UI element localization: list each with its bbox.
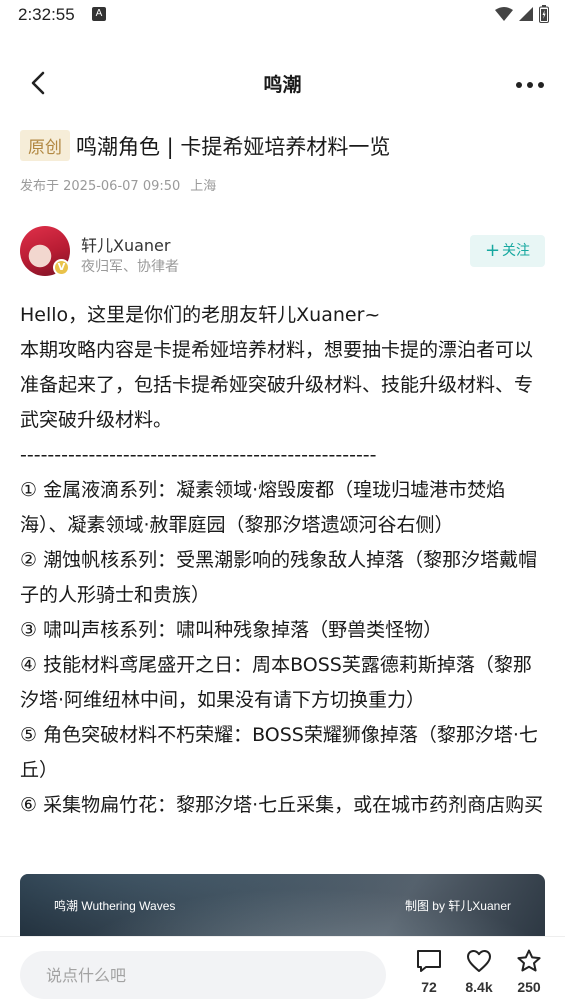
publish-time: 发布于 2025-06-07 09:50 — [20, 179, 181, 194]
article-body: Hello，这里是你们的老朋友轩儿Xuaner~ 本期攻略内容是卡提希娅培养材料… — [20, 298, 550, 823]
comment-count: 72 — [421, 979, 437, 995]
page-title: 鸣潮 — [263, 74, 302, 96]
wifi-icon — [495, 7, 513, 21]
body-paragraph: ① 金属液滴系列：凝素领域·熔毁废都（瑝珑归墟港市焚焰海）、凝素领域·赦罪庭园（… — [20, 479, 506, 536]
signal-icon — [519, 7, 533, 21]
follow-label: 关注 — [502, 243, 531, 259]
original-tag: 原创 — [20, 130, 70, 161]
body-paragraph: Hello，这里是你们的老朋友轩儿Xuaner~ — [20, 304, 381, 326]
author-row: V 轩儿Xuaner 夜归军、协律者 + 关注 — [20, 226, 545, 280]
author-name[interactable]: 轩儿Xuaner — [81, 232, 170, 256]
bottom-bar: 72 8.4k 250 — [0, 936, 565, 1004]
status-bar: 2:32:55 A — [0, 0, 565, 32]
article-title: 鸣潮角色 | 卡提希娅培养材料一览 — [76, 134, 391, 159]
nav-bar: 鸣潮 — [0, 58, 565, 108]
favorite-count: 250 — [517, 979, 541, 995]
body-paragraph: 本期攻略内容是卡提希娅培养材料，想要抽卡提的漂泊者可以准备起来了，包括卡提希娅突… — [20, 339, 534, 431]
article-header: 原创 鸣潮角色 | 卡提希娅培养材料一览 发布于 2025-06-07 09:50… — [20, 130, 545, 194]
comment-input[interactable] — [20, 951, 386, 999]
image-caption-right: 制图 by 轩儿Xuaner — [404, 899, 511, 913]
star-icon — [517, 949, 541, 972]
favorite-button[interactable]: 250 — [504, 949, 554, 1001]
comment-icon — [417, 950, 441, 972]
heart-icon — [467, 950, 491, 972]
more-button[interactable] — [515, 76, 545, 88]
image-caption-left: 鸣潮 Wuthering Waves — [54, 899, 176, 913]
like-button[interactable]: 8.4k — [454, 949, 504, 1001]
follow-button[interactable]: + 关注 — [470, 235, 545, 267]
battery-icon — [539, 5, 549, 23]
notification-icon: A — [92, 7, 106, 21]
verified-badge-icon: V — [53, 259, 70, 276]
author-roles: 夜归军、协律者 — [81, 259, 179, 275]
comment-button[interactable]: 72 — [404, 949, 454, 1001]
text-divider: ----------------------------------------… — [20, 444, 377, 466]
status-icons — [495, 5, 549, 23]
status-time: 2:32:55 — [18, 5, 75, 24]
publish-meta: 发布于 2025-06-07 09:50 上海 — [20, 175, 545, 194]
publish-location: 上海 — [190, 179, 217, 194]
body-paragraph: ② 潮蚀帆核系列：受黑潮影响的残象敌人掉落（黎那汐塔戴帽子的人形骑士和贵族） — [20, 549, 538, 606]
body-paragraph: ⑥ 采集物扁竹花：黎那汐塔·七丘采集，或在城市药剂商店购买 — [20, 794, 544, 816]
body-paragraph: ③ 啸叫声核系列：啸叫种残象掉落（野兽类怪物） — [20, 619, 443, 641]
more-horizontal-icon — [516, 82, 544, 88]
like-count: 8.4k — [465, 979, 493, 995]
body-paragraph: ④ 技能材料鸢尾盛开之日：周本BOSS芙露德莉斯掉落（黎那汐塔·阿维纽林中间，如… — [20, 654, 532, 711]
body-paragraph: ⑤ 角色突破材料不朽荣耀：BOSS荣耀狮像掉落（黎那汐塔·七丘） — [20, 724, 538, 781]
plus-icon: + — [484, 240, 501, 261]
